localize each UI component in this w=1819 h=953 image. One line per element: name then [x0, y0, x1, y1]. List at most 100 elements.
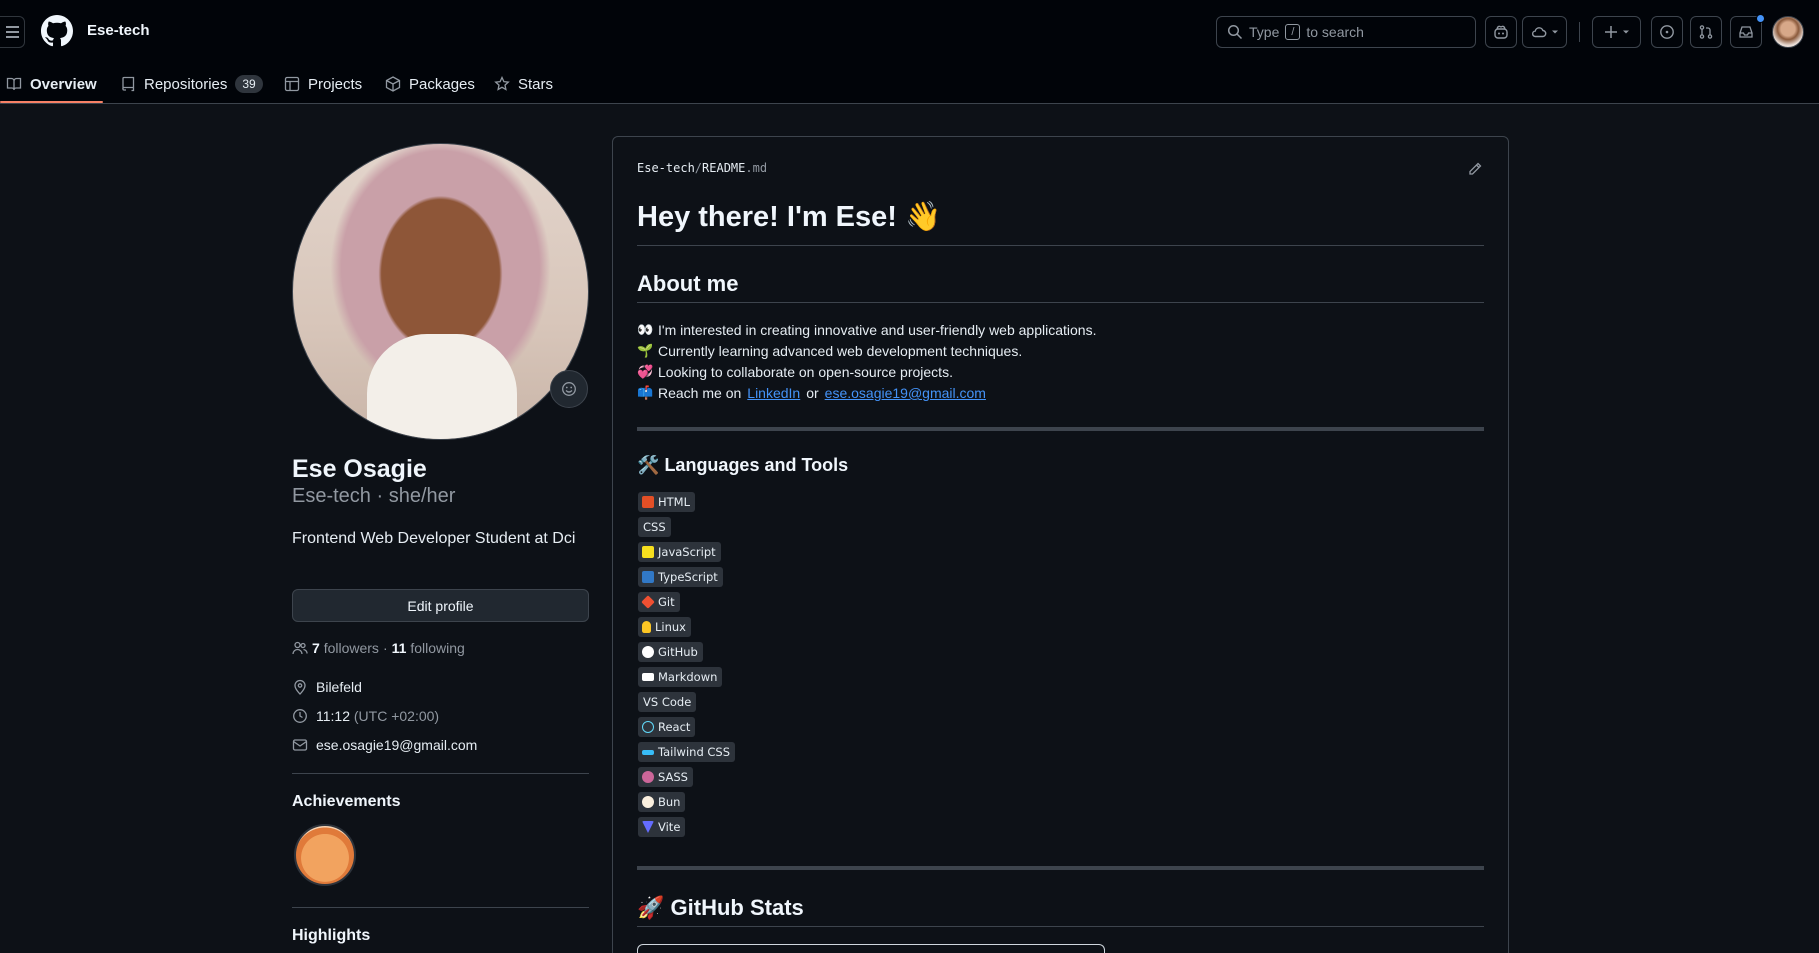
profile-tabs: Overview Repositories 39 Projects Packag…	[0, 64, 1819, 104]
notification-dot	[1756, 14, 1765, 23]
crumb-separator: /	[694, 161, 703, 175]
following-count: 11	[391, 640, 407, 656]
menu-button[interactable]	[0, 16, 25, 48]
github-stats-card	[637, 944, 1105, 953]
about-text: Looking to collaborate on open-source pr…	[658, 364, 953, 380]
tool-badge-html: HTML	[638, 492, 696, 512]
tab-overview[interactable]: Overview	[6, 64, 97, 104]
github-icon	[642, 646, 654, 658]
tools-emoji: 🛠️	[637, 455, 660, 475]
plus-icon	[1604, 26, 1617, 38]
reach-line: 📫 Reach me on LinkedIn or ese.osagie19@g…	[637, 383, 986, 403]
profile-bio: Frontend Web Developer Student at Dci	[292, 530, 576, 547]
email-link[interactable]: ese.osagie19@gmail.com	[316, 737, 477, 753]
search-input[interactable]: Type / to search	[1216, 16, 1476, 48]
pull-requests-button[interactable]	[1690, 16, 1722, 48]
reach-text: Reach me on	[658, 385, 742, 401]
location-text: Bilefeld	[316, 679, 362, 695]
local-time-row: 11:12 (UTC +02:00)	[292, 708, 439, 724]
bun-icon	[642, 796, 654, 808]
people-icon	[292, 641, 308, 655]
following-label: following	[410, 640, 465, 656]
tool-badge-markdown: Markdown	[638, 667, 723, 687]
about-text: Currently learning advanced web developm…	[658, 343, 1023, 359]
javascript-icon	[642, 546, 654, 558]
package-icon	[385, 76, 401, 92]
tool-badge-git: Git	[638, 592, 680, 612]
achievements-heading[interactable]: Achievements	[292, 793, 401, 811]
tab-packages[interactable]: Packages	[385, 64, 475, 104]
tab-label: Stars	[518, 75, 554, 93]
copilot-button[interactable]	[1485, 16, 1517, 48]
create-new-button[interactable]	[1592, 16, 1641, 48]
tool-label: Bun	[658, 795, 681, 809]
book-icon	[6, 77, 22, 91]
tool-badge-vite: Vite	[638, 817, 686, 837]
mail-icon	[292, 739, 308, 751]
crumb-extension: .md	[745, 161, 768, 175]
timezone: (UTC +02:00)	[353, 708, 440, 724]
search-suffix: to search	[1306, 24, 1364, 40]
tool-label: CSS	[643, 520, 666, 534]
following-link[interactable]: 11 following	[392, 640, 465, 656]
tab-label: Projects	[308, 75, 363, 93]
cloud-icon	[1531, 27, 1546, 38]
crumb-owner[interactable]: Ese-tech	[637, 161, 695, 175]
app-title[interactable]: Ese-tech	[87, 22, 150, 39]
tab-label: Repositories	[144, 75, 228, 93]
active-tab-indicator	[0, 101, 103, 103]
tailwind-icon	[642, 749, 654, 755]
set-status-button[interactable]	[550, 370, 588, 408]
tool-label: Linux	[655, 620, 686, 634]
tool-label: React	[658, 720, 691, 734]
pencil-icon[interactable]	[1467, 161, 1483, 177]
copilot-dropdown-button[interactable]	[1522, 16, 1567, 48]
rocket-emoji: 🚀	[637, 895, 665, 920]
achievement-badge[interactable]	[294, 824, 356, 886]
edit-profile-button[interactable]: Edit profile	[292, 589, 589, 622]
chevron-down-icon	[1622, 30, 1629, 34]
user-avatar[interactable]	[1772, 16, 1804, 48]
tab-repositories[interactable]: Repositories 39	[120, 64, 263, 104]
smiley-icon	[562, 382, 576, 396]
followers-link[interactable]: 7 followers	[312, 640, 379, 656]
profile-avatar[interactable]	[292, 143, 589, 440]
clock-icon	[293, 709, 307, 723]
issues-button[interactable]	[1651, 16, 1683, 48]
global-header: Ese-tech Type / to search	[0, 0, 1819, 64]
issue-icon	[1660, 25, 1674, 39]
tools-heading: 🛠️ Languages and Tools	[637, 455, 848, 476]
about-line: 💞 Looking to collaborate on open-source p…	[637, 362, 953, 382]
location-icon	[294, 679, 306, 695]
react-icon	[642, 721, 654, 733]
profile-handle: Ese-tech · she/her	[292, 485, 456, 507]
tab-label: Overview	[30, 75, 97, 93]
email-link[interactable]: ese.osagie19@gmail.com	[825, 385, 986, 401]
repo-count-badge: 39	[235, 75, 263, 93]
tool-badge-react: React	[638, 717, 696, 737]
tab-projects[interactable]: Projects	[284, 64, 362, 104]
tools-title: Languages and Tools	[664, 455, 849, 475]
github-logo-icon[interactable]	[41, 15, 73, 47]
tool-badge-javascript: JavaScript	[638, 542, 721, 562]
heading-rule	[637, 245, 1484, 246]
tool-badge-sass: SASS	[638, 767, 693, 787]
tool-label: JavaScript	[658, 545, 716, 559]
sass-icon	[642, 771, 654, 783]
crumb-file[interactable]: README	[702, 161, 745, 175]
chevron-down-icon	[1551, 30, 1558, 34]
tab-label: Packages	[409, 75, 475, 93]
divider	[292, 907, 589, 908]
tool-badge-vscode: VS Code	[638, 692, 697, 712]
stats-title: GitHub Stats	[670, 895, 804, 920]
wave-emoji: 👋	[905, 201, 942, 233]
avatar-clothing	[367, 334, 517, 439]
profile-name: Ese Osagie	[292, 455, 427, 483]
tab-stars[interactable]: Stars	[494, 64, 553, 104]
typescript-icon	[642, 571, 654, 583]
linkedin-link[interactable]: LinkedIn	[747, 385, 800, 401]
tool-label: Vite	[658, 820, 681, 834]
tool-label: Git	[658, 595, 675, 609]
about-line: 👀 I'm interested in creating innovative a…	[637, 320, 1096, 340]
tool-label: Markdown	[658, 670, 718, 684]
